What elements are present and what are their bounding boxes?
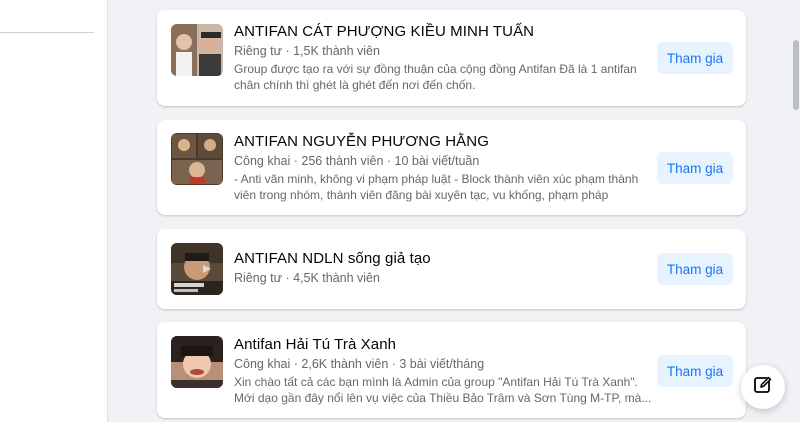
- group-thumbnail[interactable]: [171, 24, 223, 76]
- scrollbar-thumb[interactable]: [793, 40, 799, 110]
- group-title[interactable]: ANTIFAN NDLN sống giả tạo: [234, 250, 431, 267]
- group-card[interactable]: ANTIFAN CÁT PHƯỢNG KIỀU MINH TUẤN Riêng …: [157, 10, 746, 106]
- group-card[interactable]: ANTIFAN NGUYỄN PHƯƠNG HẰNG Công khai · 2…: [157, 120, 746, 215]
- group-description: Group được tạo ra với sự đồng thuận của …: [234, 62, 637, 92]
- sidebar-divider: [0, 32, 94, 33]
- compose-button[interactable]: [741, 365, 785, 409]
- group-thumbnail[interactable]: [171, 336, 223, 388]
- compose-edit-icon: [753, 375, 773, 400]
- group-meta: Công khai · 2,6K thành viên · 3 bài viết…: [234, 357, 485, 371]
- group-title[interactable]: ANTIFAN NGUYỄN PHƯƠNG HẰNG: [234, 133, 489, 150]
- scrollbar[interactable]: [792, 0, 800, 422]
- join-button[interactable]: Tham gia: [657, 152, 733, 184]
- group-meta: Riêng tư · 4,5K thành viên: [234, 271, 380, 285]
- group-meta: Công khai · 256 thành viên · 10 bài viết…: [234, 154, 480, 168]
- group-thumbnail[interactable]: [171, 133, 223, 185]
- group-thumbnail[interactable]: [171, 243, 223, 295]
- group-card[interactable]: Antifan Hải Tú Trà Xanh Công khai · 2,6K…: [157, 322, 746, 418]
- group-description: Xin chào tất cả các bạn mình là Admin củ…: [234, 375, 652, 405]
- group-meta: Riêng tư · 1,5K thành viên: [234, 44, 380, 58]
- join-button[interactable]: Tham gia: [657, 253, 733, 285]
- left-sidebar: [0, 0, 108, 422]
- group-title[interactable]: ANTIFAN CÁT PHƯỢNG KIỀU MINH TUẤN: [234, 23, 534, 40]
- group-description: - Anti văn minh, không vi phạm pháp luật…: [234, 172, 639, 202]
- group-card[interactable]: ANTIFAN NDLN sống giả tạo Riêng tư · 4,5…: [157, 229, 746, 309]
- join-button[interactable]: Tham gia: [657, 355, 733, 387]
- join-button[interactable]: Tham gia: [657, 42, 733, 74]
- group-title[interactable]: Antifan Hải Tú Trà Xanh: [234, 336, 396, 353]
